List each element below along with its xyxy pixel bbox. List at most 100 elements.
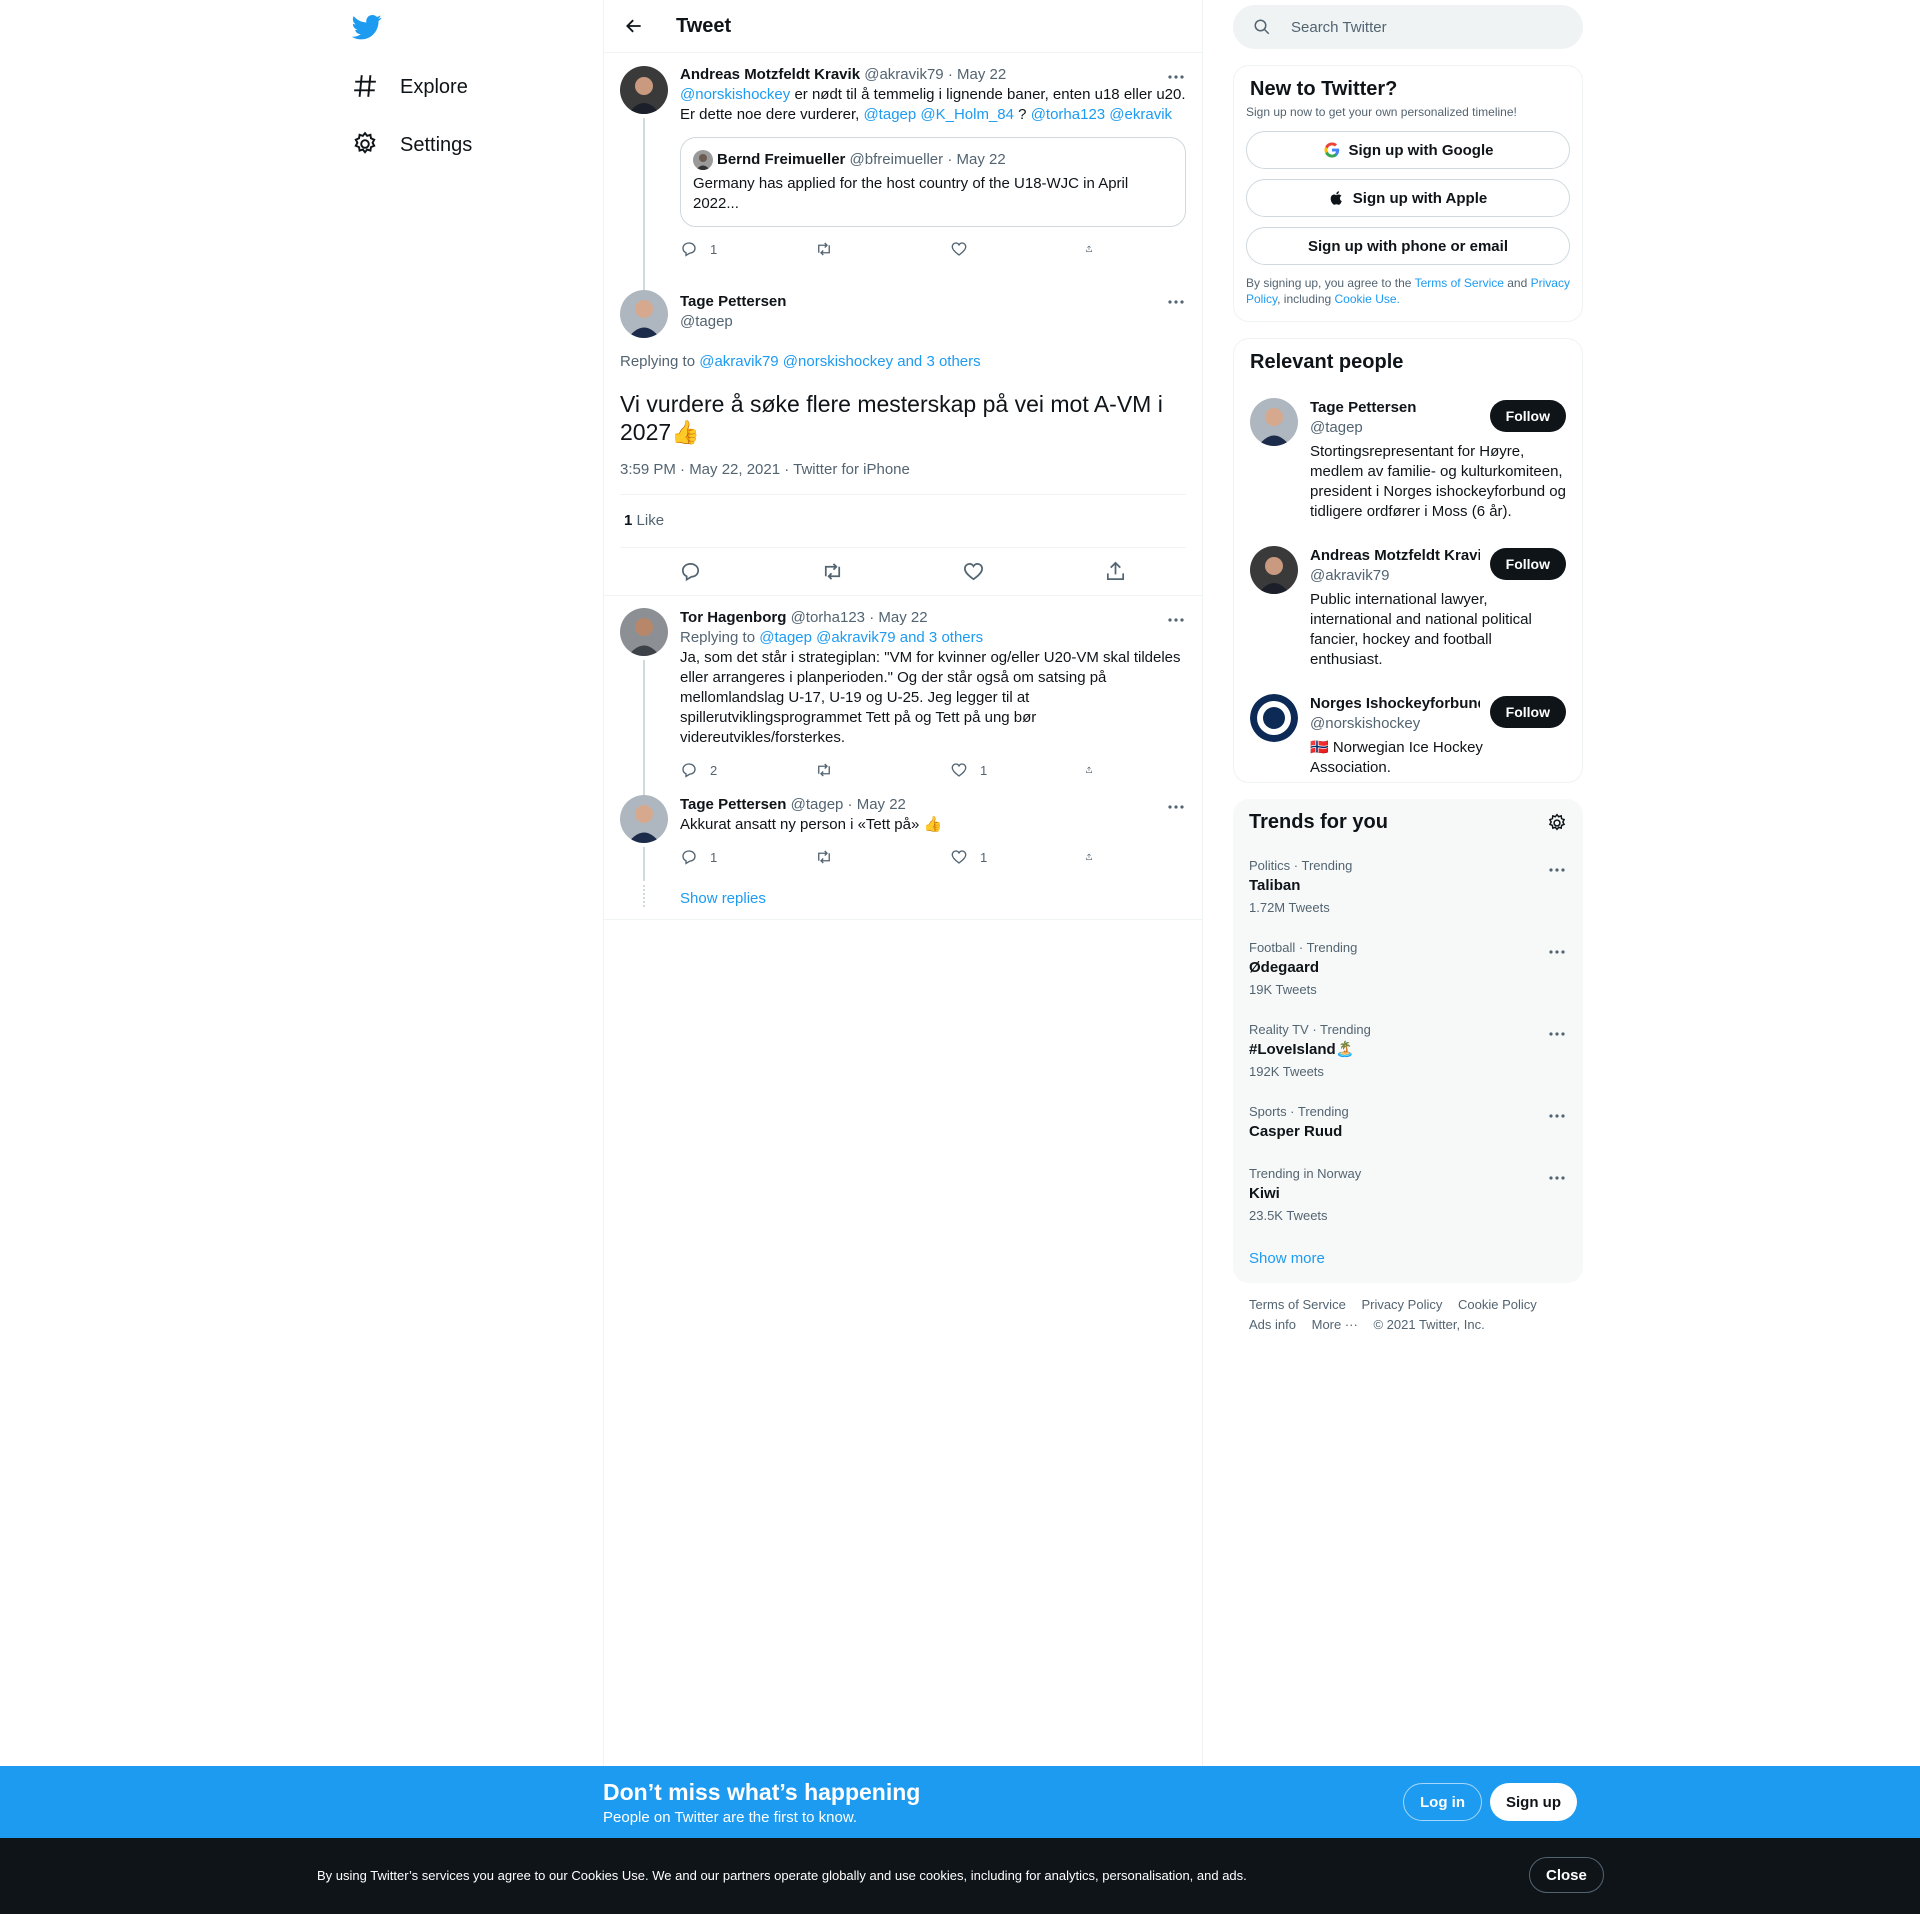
more-options-icon[interactable] — [1166, 67, 1186, 87]
thread-line — [643, 118, 645, 290]
person-name[interactable]: Norges Ishockeyforbund — [1310, 694, 1480, 714]
footer-ads-link[interactable]: Ads info — [1249, 1317, 1296, 1332]
avatar[interactable] — [1250, 546, 1298, 594]
person-item[interactable]: Andreas Motzfeldt Kravik @akravik79 Publ… — [1234, 534, 1582, 682]
reply-count: 2 — [710, 762, 718, 778]
heart-icon — [951, 242, 967, 256]
trend-item[interactable]: Trending in Norway Kiwi 23.5K Tweets — [1233, 1154, 1583, 1236]
nav-settings[interactable]: Settings — [352, 120, 472, 170]
like-button[interactable]: 1 — [950, 760, 1030, 780]
mention-link[interactable]: @tagep @K_Holm_84 — [863, 106, 1014, 123]
trend-item[interactable]: Sports · Trending Casper Ruud — [1233, 1092, 1583, 1154]
retweet-button[interactable] — [815, 760, 895, 780]
tweet-date[interactable]: · May 22 — [869, 609, 927, 626]
avatar[interactable] — [620, 795, 668, 843]
signup-button[interactable]: Sign up — [1490, 1783, 1577, 1821]
search-input[interactable]: Search Twitter — [1233, 5, 1583, 49]
author-handle[interactable]: @tagep — [680, 312, 1186, 332]
share-button[interactable] — [1085, 239, 1105, 259]
replying-to-links[interactable]: @tagep @akravik79 and 3 others — [759, 629, 983, 646]
person-name[interactable]: Andreas Motzfeldt Kravik — [1310, 546, 1480, 566]
follow-button[interactable]: Follow — [1489, 400, 1566, 432]
reply-button[interactable]: 2 — [680, 760, 760, 780]
cookie-text: By using Twitter’s services you agree to… — [317, 1868, 1247, 1883]
trend-item[interactable]: Football · Trending Ødegaard 19K Tweets — [1233, 928, 1583, 1010]
more-options-icon[interactable] — [1166, 797, 1186, 817]
more-options-icon[interactable] — [1547, 942, 1567, 962]
tweet-text: @norskishockey er nødt til å temmelig i … — [680, 85, 1186, 125]
like-button[interactable] — [950, 239, 1030, 259]
person-item[interactable]: Tage Pettersen @tagep Stortingsrepresent… — [1234, 386, 1582, 534]
author-handle[interactable]: @tagep — [791, 796, 844, 813]
author-name[interactable]: Tor Hagenborg — [680, 609, 786, 626]
person-name[interactable]: Tage Pettersen — [1310, 398, 1480, 418]
share-button[interactable] — [1085, 760, 1105, 780]
person-item[interactable]: Norges Ishockeyforbund @norskishockey 🇳🇴… — [1234, 682, 1582, 778]
replying-to-links[interactable]: @akravik79 @norskishockey and 3 others — [699, 353, 980, 370]
likes-summary[interactable]: 1 Like — [620, 495, 1186, 548]
avatar[interactable] — [620, 290, 668, 338]
footer-terms-link[interactable]: Terms of Service — [1249, 1297, 1346, 1312]
more-options-icon[interactable] — [1547, 1024, 1567, 1044]
author-name[interactable]: Tage Pettersen — [680, 292, 1186, 312]
show-replies-link[interactable]: Show replies — [680, 885, 1186, 909]
show-more-link[interactable]: Show more — [1233, 1236, 1583, 1283]
more-options-icon[interactable] — [1166, 610, 1186, 630]
footer-more-link[interactable]: More ··· — [1312, 1317, 1358, 1332]
tweet-date[interactable]: · May 22 — [948, 66, 1006, 83]
author-name[interactable]: Tage Pettersen — [680, 796, 786, 813]
avatar[interactable] — [1250, 398, 1298, 446]
tweet-reply[interactable]: Tor Hagenborg @torha123 · May 22 Replyin… — [604, 596, 1202, 807]
tweet-parent[interactable]: Andreas Motzfeldt Kravik @akravik79 · Ma… — [604, 53, 1202, 290]
back-arrow-icon[interactable] — [616, 8, 652, 44]
retweet-button[interactable] — [815, 847, 895, 867]
tweet-meta[interactable]: 3:59 PM · May 22, 2021 · Twitter for iPh… — [620, 460, 1186, 495]
more-options-icon[interactable] — [1166, 292, 1186, 312]
author-handle[interactable]: @akravik79 — [864, 66, 943, 83]
tweet-reply[interactable]: Tage Pettersen @tagep · May 22 Akkurat a… — [604, 795, 1202, 885]
more-options-icon[interactable] — [1547, 1168, 1567, 1188]
author-handle[interactable]: @torha123 — [791, 609, 865, 626]
cookie-close-button[interactable]: Close — [1529, 1857, 1604, 1893]
nav-explore[interactable]: Explore — [352, 62, 468, 112]
legal-text: and — [1503, 276, 1531, 290]
twitter-logo-icon[interactable] — [352, 12, 384, 44]
share-icon[interactable] — [1104, 560, 1127, 583]
reply-icon[interactable] — [679, 560, 702, 583]
terms-link[interactable]: Terms of Service — [1415, 276, 1504, 290]
signup-google-button[interactable]: Sign up with Google — [1246, 131, 1570, 169]
follow-button[interactable]: Follow — [1489, 548, 1566, 580]
avatar[interactable] — [620, 66, 668, 114]
tweet-date[interactable]: · May 22 — [848, 796, 906, 813]
retweet-button[interactable] — [815, 239, 895, 259]
avatar[interactable] — [620, 608, 668, 656]
reply-button[interactable]: 1 — [680, 847, 760, 867]
heart-icon[interactable] — [962, 560, 985, 583]
like-button[interactable]: 1 — [950, 847, 1030, 867]
trend-item[interactable]: Reality TV · Trending #LoveIsland🏝️ 192K… — [1233, 1010, 1583, 1092]
trend-count: 19K Tweets — [1249, 982, 1317, 997]
avatar[interactable] — [1250, 694, 1298, 742]
more-options-icon[interactable] — [1547, 860, 1567, 880]
share-button[interactable] — [1085, 847, 1105, 867]
show-replies-row[interactable]: Show replies — [604, 885, 1202, 920]
follow-button[interactable]: Follow — [1489, 696, 1566, 728]
mention-link[interactable]: @torha123 @ekravik — [1031, 106, 1172, 123]
footer-privacy-link[interactable]: Privacy Policy — [1361, 1297, 1442, 1312]
tweet-text: Akkurat ansatt ny person i «Tett på» 👍 — [680, 816, 943, 833]
gear-icon[interactable] — [1547, 812, 1567, 833]
footer-cookie-link[interactable]: Cookie Policy — [1458, 1297, 1537, 1312]
mention-link[interactable]: @norskishockey — [680, 86, 790, 103]
retweet-icon[interactable] — [821, 560, 844, 583]
signup-phone-button[interactable]: Sign up with phone or email — [1246, 227, 1570, 265]
reply-button[interactable]: 1 — [680, 239, 760, 259]
cookie-link[interactable]: Cookie Use. — [1335, 292, 1400, 306]
trend-item[interactable]: Politics · Trending Taliban 1.72M Tweets — [1233, 846, 1583, 928]
login-button[interactable]: Log in — [1403, 1783, 1482, 1821]
author-name[interactable]: Andreas Motzfeldt Kravik — [680, 66, 860, 83]
signup-apple-button[interactable]: Sign up with Apple — [1246, 179, 1570, 217]
tweet-header: Andreas Motzfeldt Kravik @akravik79 · Ma… — [680, 65, 1186, 85]
tweet-actions: 2 1 — [680, 760, 1105, 780]
quote-tweet[interactable]: Bernd Freimueller @bfreimueller · May 22… — [680, 137, 1186, 227]
more-options-icon[interactable] — [1547, 1106, 1567, 1126]
